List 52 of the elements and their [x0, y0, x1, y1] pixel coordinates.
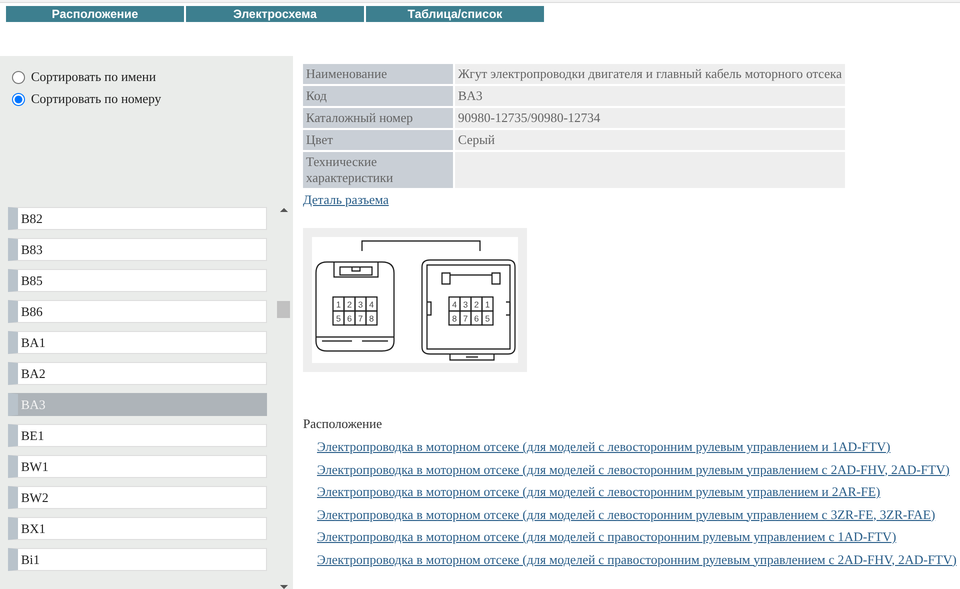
pin-number: 6	[347, 313, 352, 323]
location-link[interactable]: Электропроводка в моторном отсеке (для моделей с левосторонним рулевым управлением с 3ZR-FE, 3ZR-FAE)	[317, 506, 936, 522]
pin-number: 4	[452, 299, 457, 309]
list-item[interactable]: B83	[8, 238, 267, 261]
field-label: Цвет	[303, 130, 453, 150]
tab[interactable]: Электросхема	[186, 6, 364, 22]
field-value: BA3	[458, 88, 483, 103]
field-label: Наименование	[303, 64, 453, 84]
location-link[interactable]: Электропроводка в моторном отсеке (для моделей с левосторонним рулевым управлением и 1AD-FTV)	[317, 439, 890, 454]
pin-number: 7	[358, 313, 363, 323]
pin-number: 7	[463, 313, 468, 323]
radio-button[interactable]	[12, 70, 25, 84]
radio-label: Сортировать по имени	[31, 68, 156, 86]
list-item[interactable]: BW1	[8, 455, 267, 478]
pin-number: 3	[358, 299, 363, 309]
list-item[interactable]: BE1	[8, 424, 267, 447]
list-item[interactable]: B85	[8, 269, 267, 292]
list-item[interactable]: BX1	[8, 517, 267, 540]
pin-number: 8	[452, 313, 457, 323]
pin-number: 5	[336, 313, 341, 323]
field-value: Жгут электропроводки двигателя и главный кабель моторного отсека	[458, 66, 842, 81]
location-link[interactable]: Электропроводка в моторном отсеке (для моделей с левосторонним рулевым управлением и 2AR-FE)	[317, 484, 880, 499]
radio-button[interactable]	[12, 92, 25, 106]
tab[interactable]: Расположение	[6, 6, 184, 22]
pin-number: 2	[474, 299, 479, 309]
pin-number: 6	[474, 313, 479, 323]
pin-number: 8	[369, 313, 374, 323]
pin-number: 4	[369, 299, 374, 309]
section-heading: Расположение	[303, 414, 383, 432]
field-label: Каталожный номер	[303, 108, 453, 128]
location-link[interactable]: Электропроводка в моторном отсеке (для моделей с правосторонним рулевым управлением с 1AD-FTV)	[317, 529, 896, 544]
list-item[interactable]: Bi1	[8, 548, 267, 571]
connector-detail-link[interactable]: Деталь разъема	[303, 192, 389, 207]
location-link[interactable]: Электропроводка в моторном отсеке (для моделей с правосторонним рулевым управлением с 2AD-FHV, 2AD-FTV)	[317, 552, 957, 566]
radio-label: Сортировать по номеру	[31, 90, 162, 108]
pin-number: 2	[347, 299, 352, 309]
pin-number: 5	[485, 313, 490, 323]
field-value: 90980-12735/90980-12734	[458, 110, 600, 125]
list-item[interactable]: BW2	[8, 486, 267, 509]
pin-number: 1	[485, 299, 490, 309]
list-item[interactable]: B86	[8, 300, 267, 323]
location-link[interactable]: Электропроводка в моторном отсеке (для моделей с левосторонним рулевым управлением с 2AD-FHV, 2AD-FTV)	[317, 462, 950, 476]
pin-number: 1	[336, 299, 341, 309]
pin-number: 3	[463, 299, 468, 309]
field-value: Серый	[458, 132, 495, 147]
field-label: Код	[303, 86, 453, 106]
scrollbar-thumb[interactable]	[277, 301, 290, 318]
field-label: Технические характеристики	[303, 152, 453, 188]
list-item[interactable]: B82	[8, 207, 267, 230]
tab[interactable]: Таблица/список	[366, 6, 544, 22]
list-item[interactable]: BA1	[8, 331, 267, 354]
list-item[interactable]: BA2	[8, 362, 267, 385]
